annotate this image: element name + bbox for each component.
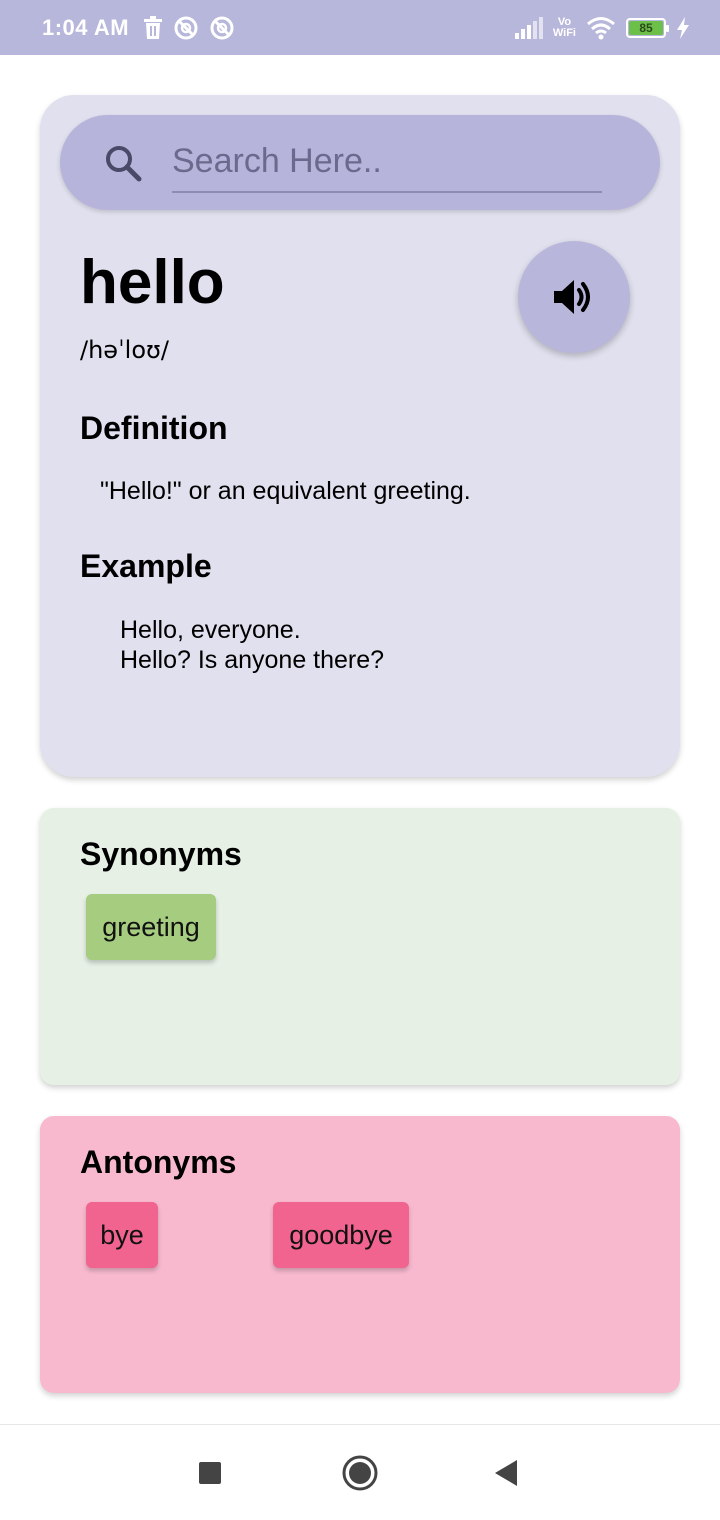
charging-bolt-icon [677, 16, 689, 39]
cell-signal-icon [514, 16, 543, 39]
home-button[interactable] [340, 1453, 380, 1493]
synonyms-card: Synonyms greeting [40, 808, 680, 1085]
status-right: Vo WiFi 85 [514, 15, 690, 40]
antonym-chip[interactable]: goodbye [273, 1202, 409, 1268]
battery-icon: 85 [626, 17, 669, 38]
antonym-chip[interactable]: bye [86, 1202, 158, 1268]
status-bar: 1:04 AM Vo WiFi 85 [0, 0, 720, 55]
home-circle-icon [342, 1455, 378, 1491]
wifi-icon [587, 16, 615, 39]
example-text: Hello, everyone. Hello? Is anyone there? [120, 615, 384, 675]
blocked-circle-icon [174, 16, 198, 39]
notification-icons [143, 15, 235, 41]
phonetic-text: /həˈloʊ/ [80, 336, 169, 364]
pronounce-button[interactable] [518, 241, 630, 353]
example-line: Hello? Is anyone there? [120, 646, 385, 674]
search-bar[interactable] [60, 115, 660, 210]
example-line: Hello, everyone. [120, 616, 301, 644]
vowifi-bottom: WiFi [552, 26, 576, 39]
speaker-volume-icon [554, 280, 590, 314]
status-time: 1:04 AM [42, 14, 130, 40]
recents-button[interactable] [190, 1453, 230, 1493]
battery-level: 85 [629, 20, 663, 35]
search-input[interactable] [172, 132, 602, 193]
example-heading: Example [80, 548, 212, 584]
navigation-bar [0, 1424, 720, 1520]
vowifi-indicator: Vo WiFi [552, 15, 576, 39]
recents-square-icon [199, 1462, 221, 1484]
word-card: hello /həˈloʊ/ Definition "Hello!" or an… [40, 95, 680, 777]
definition-heading: Definition [80, 410, 228, 446]
antonyms-card: Antonyms bye goodbye [40, 1116, 680, 1393]
trash-icon [144, 15, 163, 39]
status-left: 1:04 AM [42, 15, 235, 41]
blocked-circle-icon [210, 16, 234, 39]
synonyms-heading: Synonyms [80, 836, 242, 872]
vowifi-top: Vo [557, 15, 572, 28]
word-title: hello [80, 248, 225, 317]
definition-text: "Hello!" or an equivalent greeting. [100, 477, 471, 505]
search-icon[interactable] [104, 144, 142, 182]
synonym-chip[interactable]: greeting [86, 894, 216, 960]
antonyms-heading: Antonyms [80, 1144, 237, 1180]
back-triangle-icon [495, 1460, 517, 1486]
back-button[interactable] [486, 1453, 526, 1493]
